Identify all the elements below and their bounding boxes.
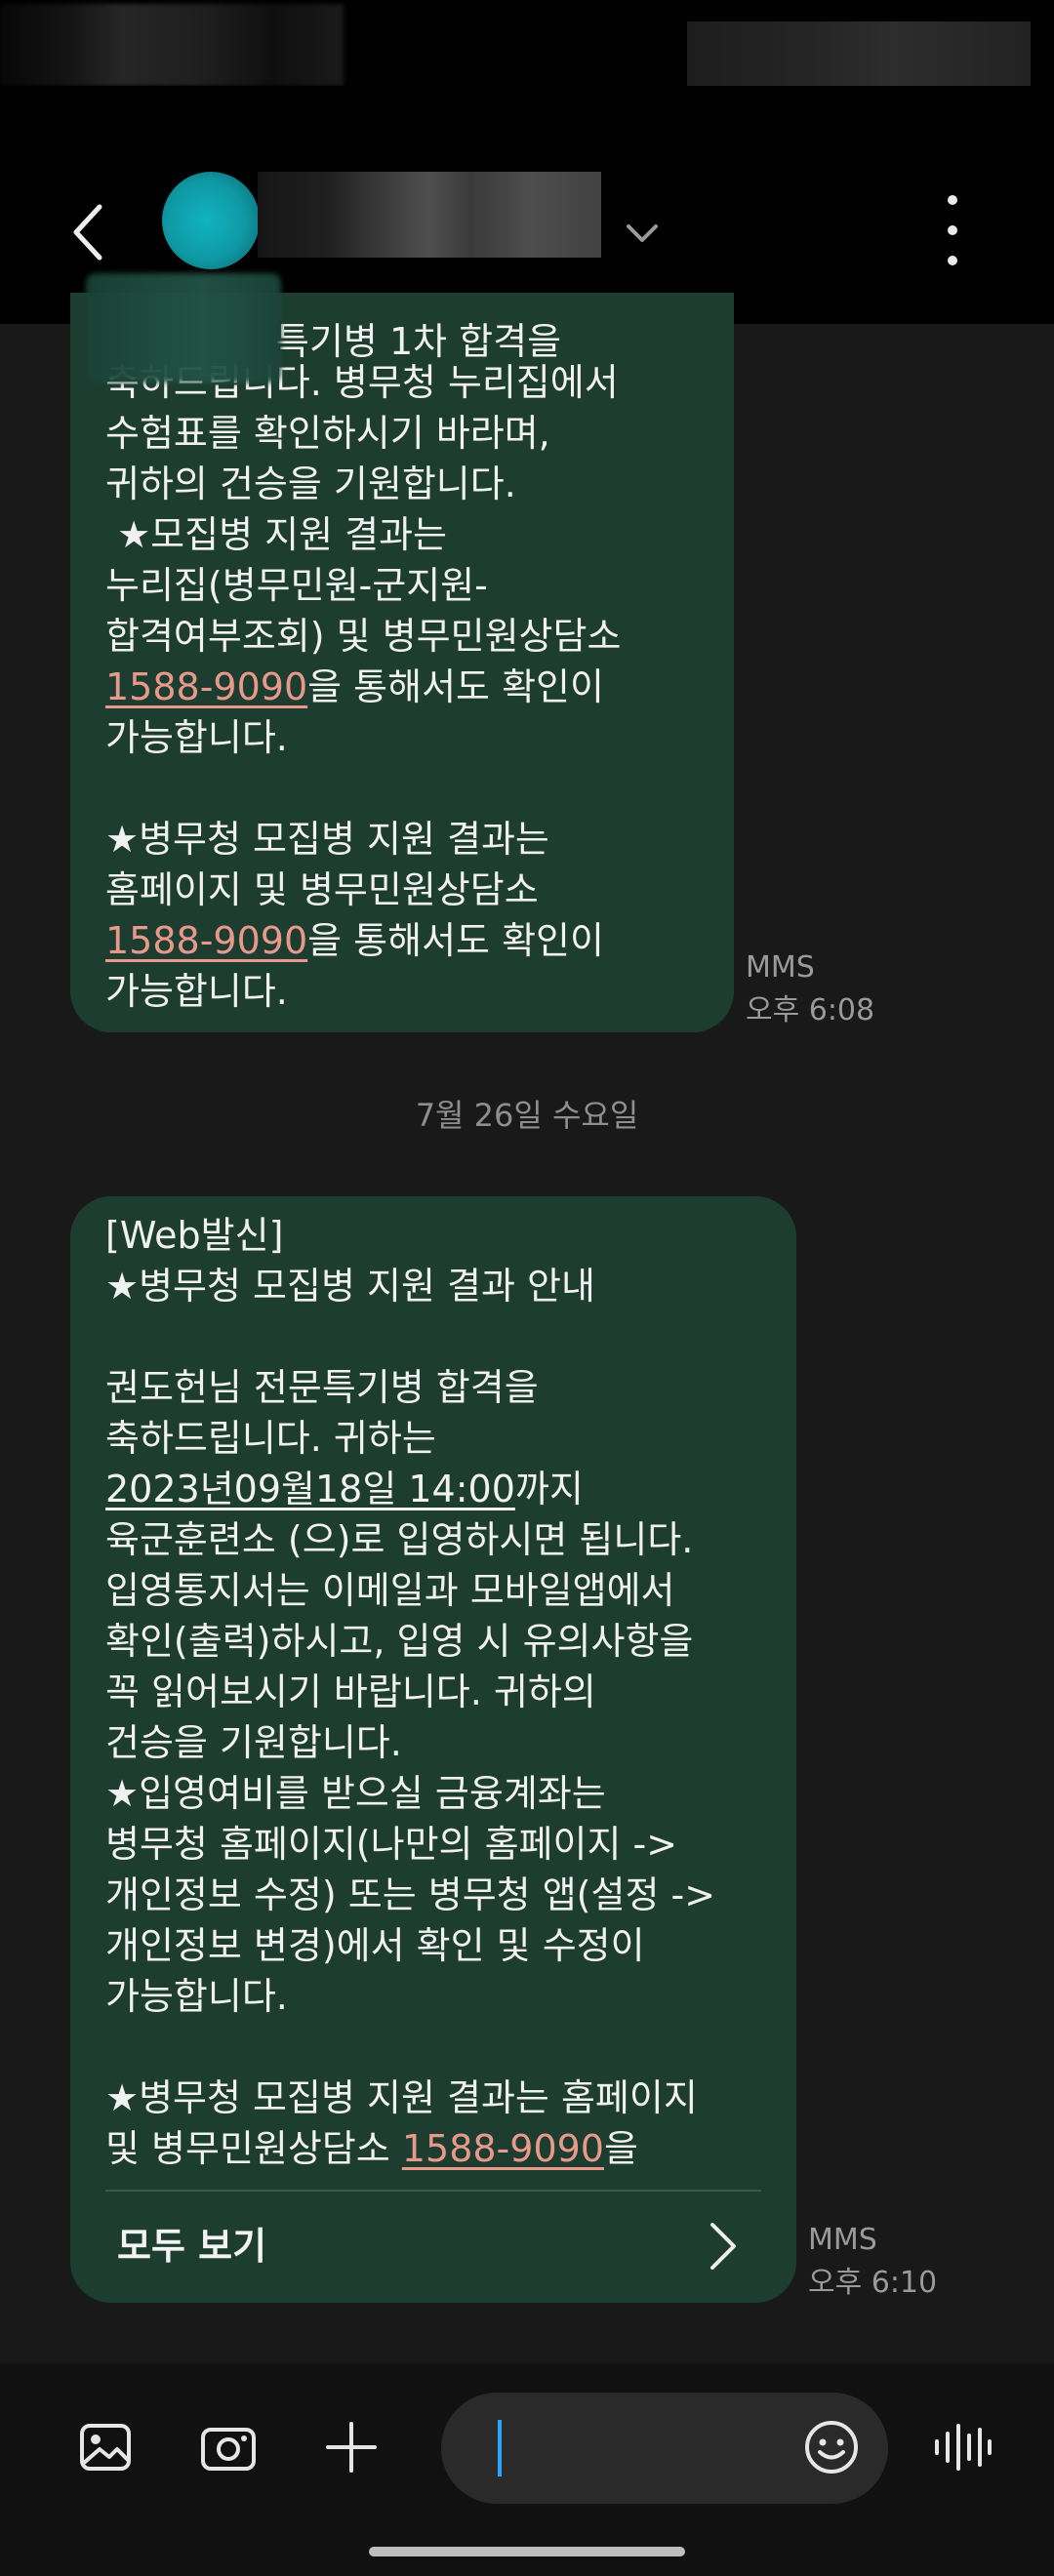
phone-link[interactable]: 1588-9090 <box>105 665 307 708</box>
message-line: 건승을 기원합니다. <box>105 1721 402 1764</box>
emoji-icon <box>805 2421 858 2474</box>
message-line: 홈페이지 및 병무민원상담소 <box>105 868 539 911</box>
message-input[interactable] <box>441 2393 888 2504</box>
message-line: 개인정보 변경)에서 확인 및 수정이 <box>105 1924 645 1967</box>
message-timestamp: 오후 6:08 <box>746 993 875 1027</box>
message-type-label: MMS <box>746 950 815 985</box>
more-vertical-icon-dot <box>948 195 957 205</box>
contact-name-blurred[interactable] <box>258 172 601 258</box>
status-bar-blur-left <box>0 4 344 86</box>
message-line-with-date: 2023년09월18일 14:00까지 <box>105 1464 584 1514</box>
view-all-label: 모두 보기 <box>117 2225 267 2268</box>
message-line: 병무청 홈페이지(나만의 홈페이지 -> <box>105 1823 678 1866</box>
image-icon <box>80 2424 131 2471</box>
gallery-button[interactable] <box>74 2416 137 2478</box>
blurred-overlay <box>86 273 281 382</box>
message-line: 권도헌님 전문특기병 합격을 <box>105 1366 539 1409</box>
message-line: 꼭 읽어보시기 바랍니다. 귀하의 <box>105 1670 596 1713</box>
message-line: ★병무청 모집병 지원 결과는 홈페이지 <box>105 2076 698 2119</box>
date-separator: 7월 26일 수요일 <box>415 1097 639 1134</box>
home-indicator[interactable] <box>369 2547 685 2556</box>
message-line: [Web발신] <box>105 1214 284 1257</box>
message-text: 을 통해서도 확인이 <box>307 665 604 708</box>
contact-avatar[interactable] <box>162 172 260 269</box>
back-chevron-icon <box>73 204 102 261</box>
message-line: 수험표를 확인하시기 바라며, <box>105 412 550 455</box>
message-line: 누리집(병무민원-군지원- <box>105 564 488 607</box>
message-line-with-link: 1588-9090을 통해서도 확인이 <box>105 915 604 966</box>
emoji-button[interactable] <box>802 2418 861 2476</box>
camera-icon <box>201 2428 256 2471</box>
more-vertical-icon-dot <box>948 256 957 265</box>
message-line: 합격여부조회) 및 병무민원상담소 <box>105 615 622 658</box>
view-all-divider <box>105 2190 761 2192</box>
status-bar <box>0 0 1054 86</box>
chevron-down-icon[interactable] <box>623 215 662 254</box>
message-text: 까지 <box>514 1468 584 1510</box>
message-text: 을 통해서도 확인이 <box>307 919 604 962</box>
message-bubble[interactable]: 특기병 1차 합격을 축하드립니다. 병무청 누리집에서 수험표를 확인하시기 … <box>70 293 734 1032</box>
message-type-label: MMS <box>808 2223 877 2257</box>
voice-input-button[interactable] <box>931 2416 993 2478</box>
message-line: 축하드립니다. 귀하는 <box>105 1417 436 1460</box>
message-line: 가능합니다. <box>105 716 288 759</box>
voice-wave-icon <box>935 2424 992 2471</box>
message-line: 가능합니다. <box>105 1975 288 2018</box>
date-link[interactable]: 2023년09월18일 14:00 <box>105 1468 515 1510</box>
text-cursor <box>498 2420 502 2476</box>
phone-link[interactable]: 1588-9090 <box>402 2127 604 2170</box>
message-line: 입영통지서는 이메일과 모바일앱에서 <box>105 1569 675 1612</box>
message-text: 및 병무민원상담소 <box>105 2127 402 2170</box>
message-line: ★병무청 모집병 지원 결과는 <box>105 818 549 861</box>
camera-button[interactable] <box>197 2416 260 2478</box>
message-line: 귀하의 건승을 기원합니다. <box>105 463 516 505</box>
view-all-button[interactable]: 모두 보기 <box>105 2201 761 2291</box>
message-bubble[interactable]: [Web발신] ★병무청 모집병 지원 결과 안내 권도헌님 전문특기병 합격을… <box>70 1196 796 2303</box>
message-line: 확인(출력)하시고, 입영 시 유의사항을 <box>105 1620 694 1663</box>
plus-icon <box>326 2422 377 2473</box>
messages-screen: 특기병 1차 합격을 축하드립니다. 병무청 누리집에서 수험표를 확인하시기 … <box>0 0 1054 2576</box>
message-line: 가능합니다. <box>105 970 288 1013</box>
message-line: 육군훈련소 (으)로 입영하시면 됩니다. <box>105 1518 694 1561</box>
more-options-button[interactable] <box>933 195 972 265</box>
back-button[interactable] <box>59 203 117 262</box>
message-line: 개인정보 수정) 또는 병무청 앱(설정 -> <box>105 1873 716 1916</box>
message-timestamp: 오후 6:10 <box>808 2266 938 2300</box>
message-line: ★모집병 지원 결과는 <box>105 513 447 556</box>
status-bar-blur-right <box>687 21 1031 86</box>
message-line: ★입영여비를 받으실 금융계좌는 <box>105 1772 606 1815</box>
message-line-with-link: 및 병무민원상담소 1588-9090을 <box>105 2123 638 2174</box>
chevron-right-icon <box>710 2223 736 2270</box>
message-text: 을 <box>603 2127 638 2170</box>
message-line: ★병무청 모집병 지원 결과 안내 <box>105 1265 595 1308</box>
phone-link[interactable]: 1588-9090 <box>105 919 307 962</box>
more-vertical-icon-dot <box>948 225 957 235</box>
add-attachment-button[interactable] <box>320 2416 383 2478</box>
message-line-with-link: 1588-9090을 통해서도 확인이 <box>105 662 604 712</box>
